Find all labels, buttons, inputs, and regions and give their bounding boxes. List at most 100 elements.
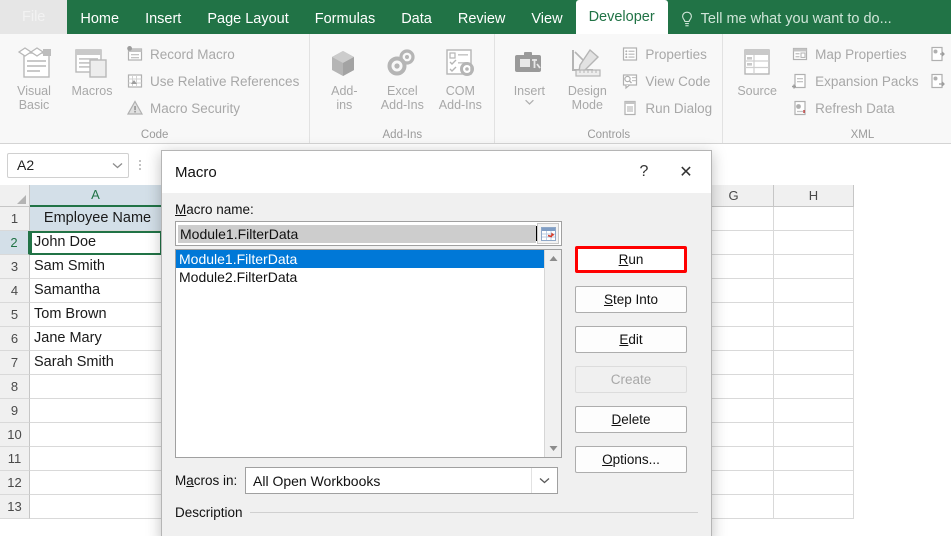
cell-a7[interactable]: Sarah Smith	[30, 351, 162, 375]
step-into-button[interactable]: Step Into	[575, 286, 687, 313]
list-item[interactable]: Module2.FilterData	[176, 268, 544, 286]
cell-h7[interactable]	[774, 351, 854, 375]
row-header[interactable]: 3	[0, 255, 30, 279]
macro-picker-icon[interactable]	[537, 223, 559, 244]
ribbon-tab-formulas[interactable]: Formulas	[302, 4, 388, 34]
chevron-down-icon[interactable]	[531, 468, 557, 493]
cell-h13[interactable]	[774, 495, 854, 519]
run-button[interactable]: Run	[575, 246, 687, 273]
expansion-packs-button[interactable]: Expansion Packs	[787, 69, 923, 93]
properties-button[interactable]: Properties	[617, 42, 716, 66]
row-header[interactable]: 4	[0, 279, 30, 303]
row-header[interactable]: 13	[0, 495, 30, 519]
cell-h1[interactable]	[774, 207, 854, 231]
cell-h3[interactable]	[774, 255, 854, 279]
options-button[interactable]: Options...	[575, 446, 687, 473]
ribbon-tab-data[interactable]: Data	[388, 4, 445, 34]
cell-a8[interactable]	[30, 375, 162, 399]
row-header[interactable]: 5	[0, 303, 30, 327]
scroll-down-arrow-icon[interactable]	[545, 440, 561, 457]
cell-h8[interactable]	[774, 375, 854, 399]
export-button[interactable]: Export	[925, 69, 951, 93]
ribbon-tab-view[interactable]: View	[518, 4, 575, 34]
ribbon-tab-insert[interactable]: Insert	[132, 4, 194, 34]
cell-a4[interactable]: Samantha	[30, 279, 162, 303]
cell-a5[interactable]: Tom Brown	[30, 303, 162, 327]
cell-a11[interactable]	[30, 447, 162, 471]
row-header[interactable]: 9	[0, 399, 30, 423]
description-divider	[250, 512, 698, 513]
excel-add-ins-icon	[384, 42, 420, 84]
use-relative-references-button[interactable]: Use Relative References	[122, 69, 303, 93]
macro-security-label: Macro Security	[150, 101, 240, 116]
name-box[interactable]: A2	[7, 153, 129, 178]
cell-a9[interactable]	[30, 399, 162, 423]
list-item[interactable]: Module1.FilterData	[176, 250, 544, 268]
tell-me-box[interactable]: Tell me what you want to do...	[680, 4, 892, 34]
cell-h2[interactable]	[774, 231, 854, 255]
visual-basic-button[interactable]: Visual Basic	[6, 38, 62, 112]
macro-name-label: Macro name:	[175, 202, 698, 217]
insert-control-button[interactable]: Insert	[501, 38, 557, 105]
scroll-up-arrow-icon[interactable]	[545, 250, 561, 267]
add-ins-button[interactable]: Add- ins	[316, 38, 372, 112]
cell-a3[interactable]: Sam Smith	[30, 255, 162, 279]
macros-button[interactable]: Macros	[64, 38, 120, 98]
column-header-h[interactable]: H	[774, 185, 854, 207]
formula-bar-handle[interactable]	[135, 154, 145, 176]
cell-a1[interactable]: Employee Name	[30, 207, 162, 231]
row-header[interactable]: 11	[0, 447, 30, 471]
import-button[interactable]: Import	[925, 42, 951, 66]
cell-a6[interactable]: Jane Mary	[30, 327, 162, 351]
row-header[interactable]: 1	[0, 207, 30, 231]
excel-add-ins-button[interactable]: Excel Add-Ins	[374, 38, 430, 112]
edit-button[interactable]: Edit	[575, 326, 687, 353]
row-header[interactable]: 6	[0, 327, 30, 351]
cell-a12[interactable]	[30, 471, 162, 495]
macro-security-button[interactable]: Macro Security	[122, 96, 303, 120]
export-icon	[929, 72, 947, 90]
macro-list[interactable]: Module1.FilterData Module2.FilterData	[175, 249, 562, 458]
run-dialog-button[interactable]: Run Dialog	[617, 96, 716, 120]
macro-name-input[interactable]: Module1.FilterData	[175, 221, 562, 246]
row-header[interactable]: 7	[0, 351, 30, 375]
row-header[interactable]: 10	[0, 423, 30, 447]
map-properties-button[interactable]: Map Properties	[787, 42, 923, 66]
ribbon-tab-review[interactable]: Review	[445, 4, 519, 34]
row-header[interactable]: 8	[0, 375, 30, 399]
group-label-xml: XML	[729, 127, 951, 144]
row-header[interactable]: 2	[0, 231, 30, 255]
row-header[interactable]: 12	[0, 471, 30, 495]
xml-source-button[interactable]: Source	[729, 38, 785, 98]
column-header-a[interactable]: A	[30, 185, 162, 207]
macro-list-scrollbar[interactable]	[544, 250, 561, 457]
close-icon[interactable]: ✕	[665, 153, 707, 191]
chevron-down-icon[interactable]	[106, 162, 128, 169]
ribbon-group-controls: Insert Design	[495, 34, 723, 144]
visual-basic-icon	[15, 42, 53, 84]
select-all-corner[interactable]	[0, 185, 30, 207]
refresh-data-button[interactable]: Refresh Data	[787, 96, 923, 120]
com-add-ins-button[interactable]: COM Add-Ins	[432, 38, 488, 112]
cell-h12[interactable]	[774, 471, 854, 495]
macros-in-select[interactable]: All Open Workbooks	[245, 467, 558, 494]
cell-h11[interactable]	[774, 447, 854, 471]
cell-a2[interactable]: John Doe	[30, 231, 162, 255]
run-dialog-icon	[621, 99, 639, 117]
cell-h10[interactable]	[774, 423, 854, 447]
ribbon-tab-page-layout[interactable]: Page Layout	[194, 4, 301, 34]
ribbon-tab-file[interactable]: File	[0, 0, 67, 34]
cell-h6[interactable]	[774, 327, 854, 351]
cell-a13[interactable]	[30, 495, 162, 519]
design-mode-button[interactable]: Design Mode	[559, 38, 615, 112]
cell-h5[interactable]	[774, 303, 854, 327]
view-code-button[interactable]: View Code	[617, 69, 716, 93]
ribbon-tab-developer[interactable]: Developer	[576, 0, 668, 34]
cell-a10[interactable]	[30, 423, 162, 447]
record-macro-button[interactable]: Record Macro	[122, 42, 303, 66]
delete-button[interactable]: Delete	[575, 406, 687, 433]
cell-h4[interactable]	[774, 279, 854, 303]
ribbon-tab-home[interactable]: Home	[67, 4, 132, 34]
cell-h9[interactable]	[774, 399, 854, 423]
help-button[interactable]: ?	[623, 153, 665, 191]
